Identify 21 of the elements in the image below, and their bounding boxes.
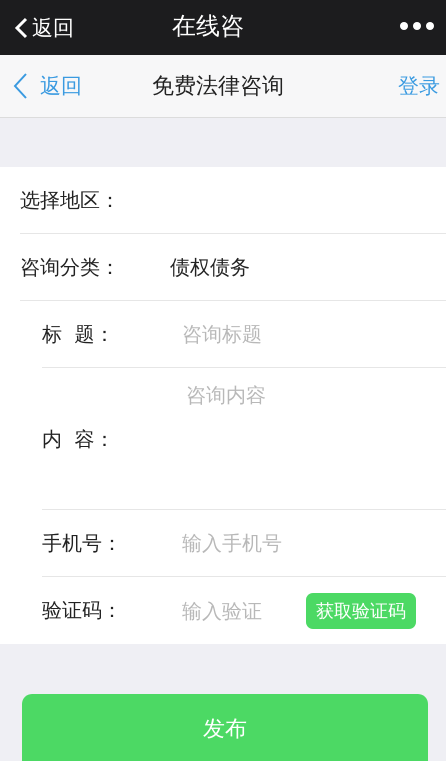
field-label: 验证码： [42,597,123,624]
input-field[interactable]: 咨询标题 [182,322,382,346]
input-field[interactable]: 输入验证 [182,598,302,622]
submit-button[interactable]: 发布 [22,694,428,761]
login-link[interactable]: 登录 [398,72,440,100]
field-label: 内 容： [42,426,116,453]
field-label: 选择地区： [20,186,121,214]
field-value[interactable]: 债权债务 [170,254,250,280]
window-title: 在线咨 [172,11,244,42]
input-field[interactable]: 咨询内容 [182,382,406,442]
page-title: 免费法律咨询 [152,73,284,101]
get-code-button[interactable]: 获取验证码 [306,592,416,628]
back-icon [12,72,28,100]
back-icon [14,16,28,38]
back-button[interactable]: 返回 [0,14,74,42]
field-label: 咨询分类： [20,254,121,280]
more-icon[interactable] [400,22,434,30]
field-label: 标 题： [42,320,116,348]
back-button[interactable]: 返回 [0,72,82,100]
field-label: 手机号： [42,530,123,556]
input-field[interactable]: 输入手机号 [182,531,382,555]
